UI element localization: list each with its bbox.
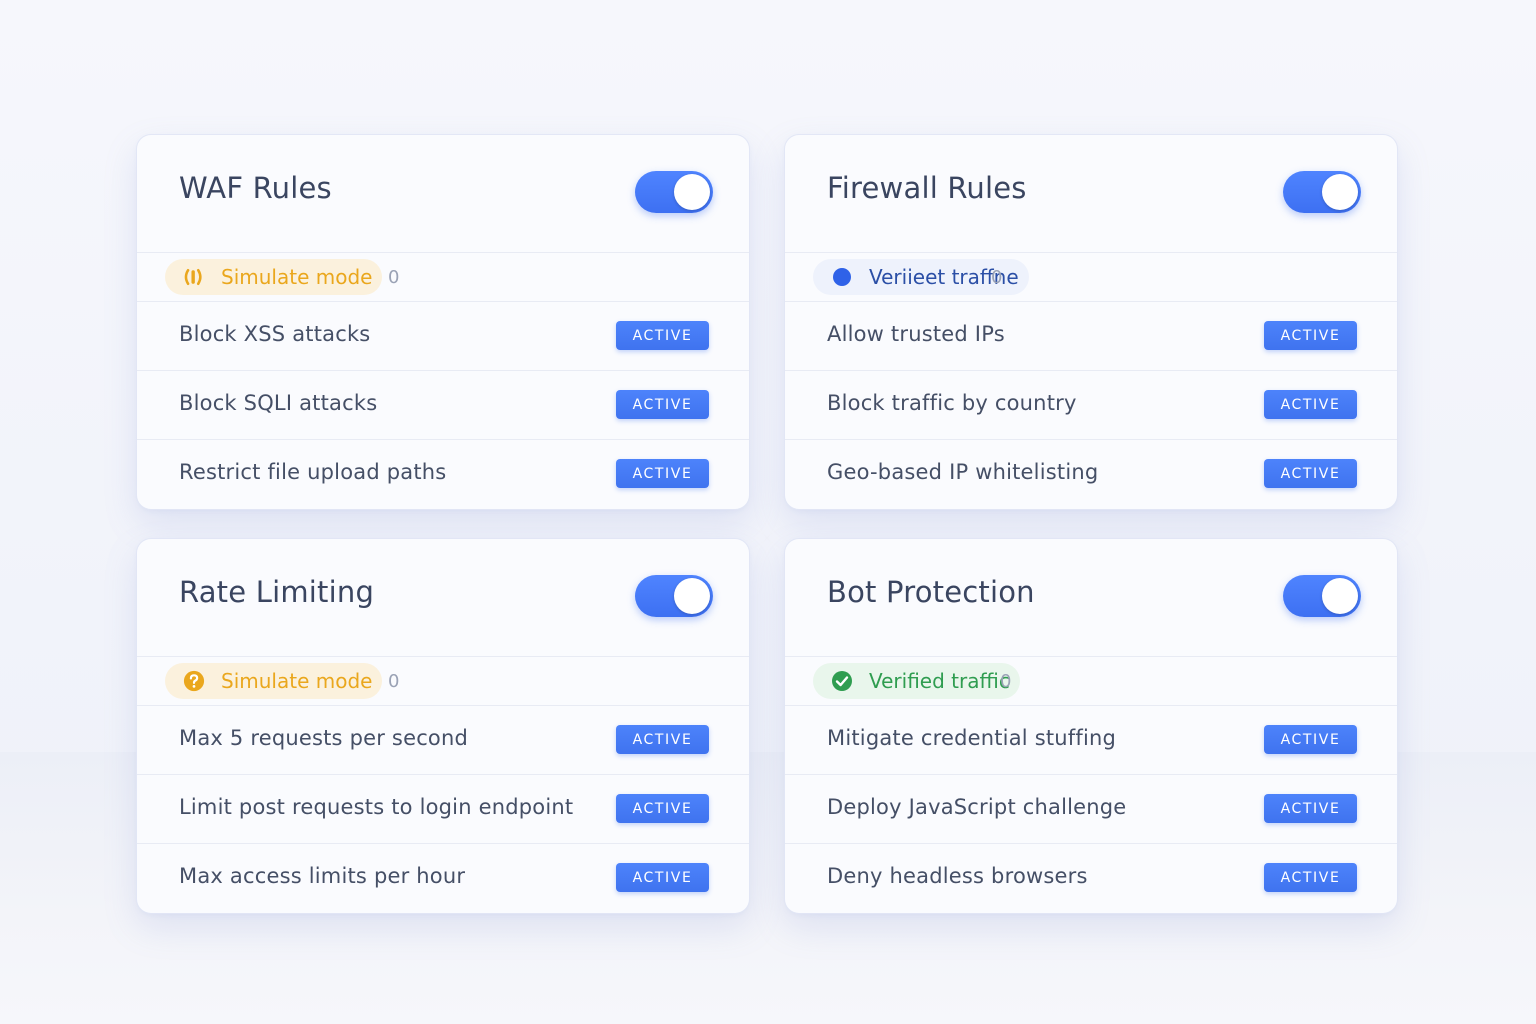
card-firewall-rules: Firewall Rules Veriieet traffne 0 Allow … <box>785 135 1397 509</box>
rule-label: Block SQLI attacks <box>179 391 378 415</box>
rule-row[interactable]: Block traffic by country ACTIVE <box>785 371 1397 440</box>
simulate-icon <box>183 266 205 288</box>
card-title: Firewall Rules <box>827 171 1027 205</box>
mode-count: 0 <box>991 267 1003 288</box>
status-badge: ACTIVE <box>616 794 709 823</box>
mode-row: Simulate mode 0 <box>137 253 749 302</box>
status-badge: ACTIVE <box>616 321 709 350</box>
rule-label: Restrict file upload paths <box>179 460 447 484</box>
mode-count: 0 <box>388 671 400 692</box>
rule-label: Block traffic by country <box>827 391 1077 415</box>
toggle-knob <box>1322 174 1358 210</box>
card-title: Bot Protection <box>827 575 1035 609</box>
mode-pill[interactable]: Simulate mode <box>165 663 383 699</box>
rule-label: Max 5 requests per second <box>179 726 469 750</box>
mode-row: Simulate mode 0 <box>137 657 749 706</box>
mode-label: Simulate mode <box>221 669 373 693</box>
status-badge: ACTIVE <box>616 863 709 892</box>
mode-row: Veriieet traffne 0 <box>785 253 1397 302</box>
status-badge: ACTIVE <box>616 459 709 488</box>
rule-label: Block XSS attacks <box>179 322 371 346</box>
check-circle-icon <box>831 670 853 692</box>
card-header: Rate Limiting <box>137 539 749 657</box>
mode-pill[interactable]: Simulate mode <box>165 259 383 295</box>
toggle-knob <box>674 578 710 614</box>
rule-label: Geo-based IP whitelisting <box>827 460 1099 484</box>
mode-label: Simulate mode <box>221 265 373 289</box>
rule-label: Allow trusted IPs <box>827 322 1005 346</box>
status-badge: ACTIVE <box>1264 321 1357 350</box>
toggle-knob <box>674 174 710 210</box>
rule-row[interactable]: Max access limits per hour ACTIVE <box>137 844 749 912</box>
mode-count: 0 <box>1000 671 1012 692</box>
blue-dot-icon <box>831 266 853 288</box>
bot-protection-toggle[interactable] <box>1283 575 1361 617</box>
rule-label: Deploy JavaScript challenge <box>827 795 1127 819</box>
status-badge: ACTIVE <box>1264 390 1357 419</box>
status-badge: ACTIVE <box>616 390 709 419</box>
mode-row: Verified traffic 0 <box>785 657 1397 706</box>
mode-count: 0 <box>388 267 400 288</box>
mode-pill[interactable]: Verified traffic <box>813 663 1020 699</box>
status-badge: ACTIVE <box>1264 725 1357 754</box>
question-icon <box>183 670 205 692</box>
rule-row[interactable]: Block SQLI attacks ACTIVE <box>137 371 749 440</box>
rule-row[interactable]: Limit post requests to login endpoint AC… <box>137 775 749 844</box>
rule-row[interactable]: Max 5 requests per second ACTIVE <box>137 706 749 775</box>
card-rate-limiting: Rate Limiting Simulate mode 0 Max 5 requ… <box>137 539 749 913</box>
card-title: Rate Limiting <box>179 575 375 609</box>
status-badge: ACTIVE <box>1264 863 1357 892</box>
card-bot-protection: Bot Protection Verified traffic 0 Mitiga… <box>785 539 1397 913</box>
status-badge: ACTIVE <box>616 725 709 754</box>
rule-row[interactable]: Restrict file upload paths ACTIVE <box>137 440 749 508</box>
rule-row[interactable]: Geo-based IP whitelisting ACTIVE <box>785 440 1397 508</box>
card-header: WAF Rules <box>137 135 749 253</box>
rule-label: Mitigate credential stuffing <box>827 726 1117 750</box>
rule-label: Max access limits per hour <box>179 864 466 888</box>
card-title: WAF Rules <box>179 171 332 205</box>
toggle-knob <box>1322 578 1358 614</box>
status-badge: ACTIVE <box>1264 459 1357 488</box>
waf-rules-toggle[interactable] <box>635 171 713 213</box>
rule-row[interactable]: Mitigate credential stuffing ACTIVE <box>785 706 1397 775</box>
rule-row[interactable]: Deploy JavaScript challenge ACTIVE <box>785 775 1397 844</box>
rule-row[interactable]: Deny headless browsers ACTIVE <box>785 844 1397 912</box>
rule-label: Limit post requests to login endpoint <box>179 795 574 819</box>
rule-row[interactable]: Allow trusted IPs ACTIVE <box>785 302 1397 371</box>
status-badge: ACTIVE <box>1264 794 1357 823</box>
card-header: Firewall Rules <box>785 135 1397 253</box>
rate-limiting-toggle[interactable] <box>635 575 713 617</box>
firewall-rules-toggle[interactable] <box>1283 171 1361 213</box>
rule-row[interactable]: Block XSS attacks ACTIVE <box>137 302 749 371</box>
card-header: Bot Protection <box>785 539 1397 657</box>
card-waf-rules: WAF Rules Simulate mode 0 Block XSS atta… <box>137 135 749 509</box>
rule-label: Deny headless browsers <box>827 864 1088 888</box>
mode-label: Verified traffic <box>869 669 1010 693</box>
